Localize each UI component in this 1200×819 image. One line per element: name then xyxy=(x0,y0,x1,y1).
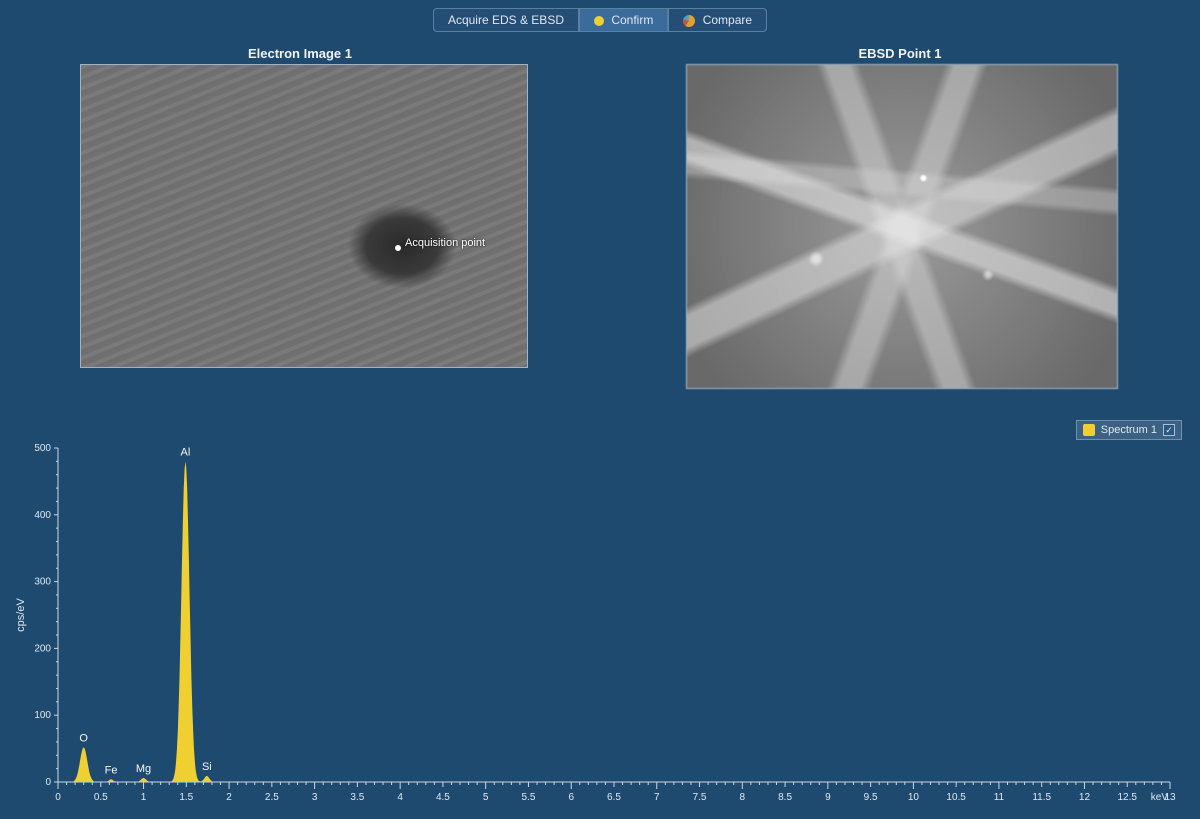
legend-swatch-icon xyxy=(1083,424,1095,436)
svg-text:300: 300 xyxy=(34,577,51,588)
peak-label-fe: Fe xyxy=(105,764,118,776)
svg-text:8.5: 8.5 xyxy=(778,792,792,803)
svg-text:6: 6 xyxy=(568,792,574,803)
tab-compare[interactable]: Compare xyxy=(668,8,767,32)
peak-label-o: O xyxy=(79,732,88,744)
svg-text:7: 7 xyxy=(654,792,660,803)
svg-text:0: 0 xyxy=(55,792,61,803)
eds-spectrum-chart[interactable]: 010020030040050000.511.522.533.544.555.5… xyxy=(10,440,1190,810)
legend-label: Spectrum 1 xyxy=(1101,424,1157,436)
svg-text:400: 400 xyxy=(34,510,51,521)
svg-text:1.5: 1.5 xyxy=(179,792,193,803)
electron-image-title: Electron Image 1 xyxy=(150,46,450,61)
spectrum-series xyxy=(58,461,1170,782)
tab-confirm[interactable]: Confirm xyxy=(579,8,668,32)
svg-text:100: 100 xyxy=(34,710,51,721)
svg-text:2: 2 xyxy=(226,792,232,803)
svg-text:7.5: 7.5 xyxy=(693,792,707,803)
tab-compare-label: Compare xyxy=(703,13,752,27)
svg-text:8: 8 xyxy=(740,792,746,803)
svg-text:5: 5 xyxy=(483,792,489,803)
peak-label-mg: Mg xyxy=(136,763,151,775)
svg-text:3.5: 3.5 xyxy=(350,792,364,803)
svg-text:12.5: 12.5 xyxy=(1117,792,1137,803)
ebsd-title: EBSD Point 1 xyxy=(750,46,1050,61)
peak-label-al: Al xyxy=(181,446,191,458)
svg-text:500: 500 xyxy=(34,443,51,454)
svg-text:6.5: 6.5 xyxy=(607,792,621,803)
ebsd-pattern-view[interactable] xyxy=(686,64,1118,389)
electron-image-view[interactable]: Acquisition point 25µm 1 /1 xyxy=(80,64,528,368)
svg-text:5.5: 5.5 xyxy=(522,792,536,803)
y-axis-label: cps/eV xyxy=(15,598,27,632)
tab-acquire-label: Acquire EDS & EBSD xyxy=(448,13,564,27)
peak-label-si: Si xyxy=(202,761,212,773)
svg-text:3: 3 xyxy=(312,792,318,803)
svg-text:4: 4 xyxy=(397,792,403,803)
svg-text:10.5: 10.5 xyxy=(946,792,966,803)
spectrum-legend: Spectrum 1 ✓ xyxy=(1076,420,1182,440)
svg-text:10: 10 xyxy=(908,792,920,803)
tab-confirm-label: Confirm xyxy=(611,13,653,27)
svg-text:9: 9 xyxy=(825,792,831,803)
svg-text:200: 200 xyxy=(34,643,51,654)
tab-acquire[interactable]: Acquire EDS & EBSD xyxy=(433,8,579,32)
legend-visibility-checkbox[interactable]: ✓ xyxy=(1163,424,1175,436)
svg-text:11.5: 11.5 xyxy=(1032,792,1051,803)
svg-text:12: 12 xyxy=(1079,792,1091,803)
acquisition-point-marker[interactable] xyxy=(395,245,401,251)
spectrum-dot-icon xyxy=(594,16,604,26)
svg-text:9.5: 9.5 xyxy=(864,792,878,803)
svg-text:11: 11 xyxy=(994,792,1005,803)
mode-tabstrip: Acquire EDS & EBSD Confirm Compare xyxy=(0,8,1200,32)
acquisition-point-label: Acquisition point xyxy=(405,237,485,249)
svg-text:4.5: 4.5 xyxy=(436,792,450,803)
x-axis-label: keV xyxy=(1151,792,1169,803)
pie-chart-icon xyxy=(683,15,695,27)
svg-text:2.5: 2.5 xyxy=(265,792,279,803)
svg-text:0: 0 xyxy=(45,777,51,788)
svg-text:0.5: 0.5 xyxy=(94,792,108,803)
svg-text:1: 1 xyxy=(141,792,147,803)
